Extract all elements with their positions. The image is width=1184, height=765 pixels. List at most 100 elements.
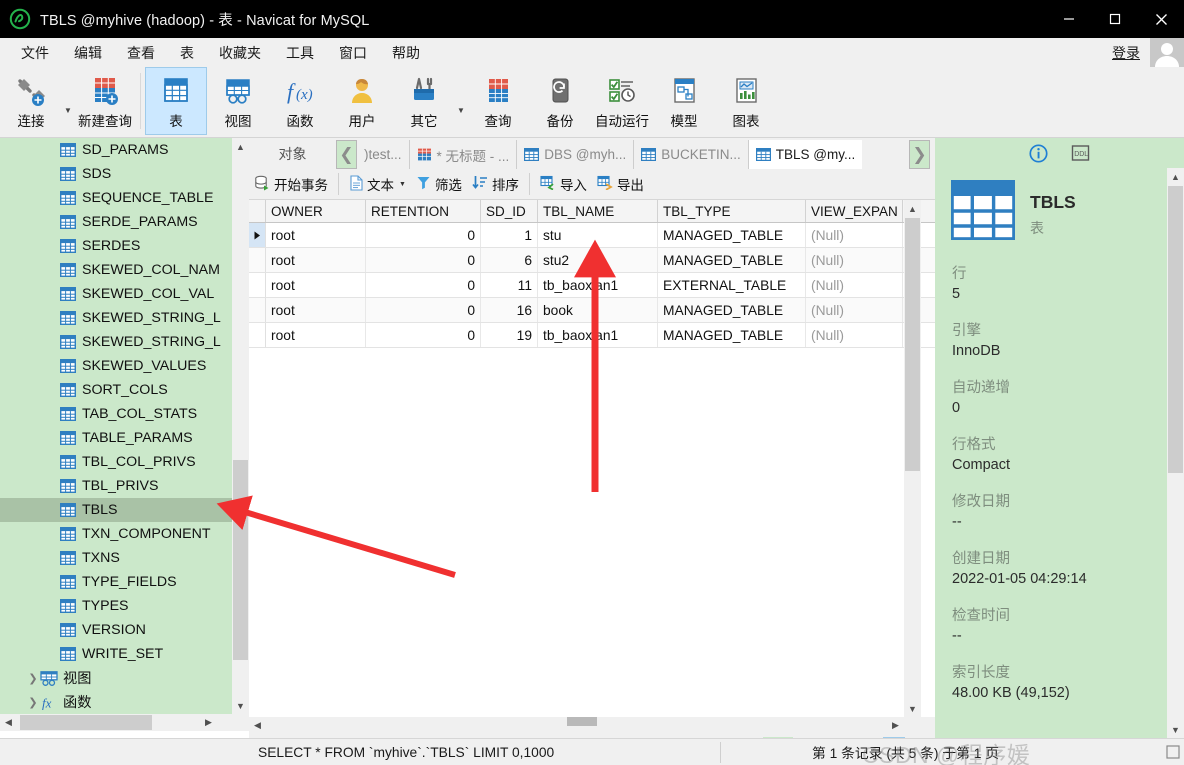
tab-scroll-right-button[interactable]: ❯ xyxy=(909,140,930,169)
document-tab-1[interactable]: * 无标题 - ... xyxy=(409,140,518,169)
document-tab-3[interactable]: BUCKETIN... xyxy=(634,140,749,169)
info-scroll-up-icon[interactable]: ▲ xyxy=(1167,168,1184,185)
sidebar-hscroll-thumb[interactable] xyxy=(20,715,152,730)
grid-cell-owner[interactable]: root xyxy=(266,298,366,322)
sidebar-item-skewed-col-nam[interactable]: SKEWED_COL_NAM xyxy=(0,258,232,282)
column-header-tbl_type[interactable]: TBL_TYPE xyxy=(658,200,806,222)
menu-window[interactable]: 窗口 xyxy=(328,40,378,66)
grid-cell-sd_id[interactable]: 19 xyxy=(481,323,538,347)
grid-cell-view_expan[interactable]: (Null) xyxy=(806,298,903,322)
grid-cell-owner[interactable]: root xyxy=(266,223,366,247)
grid-hscroll-thumb[interactable] xyxy=(567,717,597,726)
sidebar-item-txns[interactable]: TXNS xyxy=(0,546,232,570)
sidebar-item-serdes[interactable]: SERDES xyxy=(0,234,232,258)
grid-scroll-right-icon[interactable]: ▶ xyxy=(887,717,904,734)
menu-favorites[interactable]: 收藏夹 xyxy=(208,40,272,66)
sidebar-item-skewed-string-l[interactable]: SKEWED_STRING_L xyxy=(0,330,232,354)
grid-cell-sd_id[interactable]: 1 xyxy=(481,223,538,247)
toolbar-automation[interactable]: 自动运行 xyxy=(591,67,653,135)
grid-cell-tbl_name[interactable]: tb_baoxian1 xyxy=(538,323,658,347)
row-indicator[interactable] xyxy=(249,273,266,297)
sidebar-item-skewed-values[interactable]: SKEWED_VALUES xyxy=(0,354,232,378)
minimize-button[interactable] xyxy=(1046,0,1092,38)
toolbar-backup[interactable]: 备份 xyxy=(529,67,591,135)
grid-scroll-left-icon[interactable]: ◀ xyxy=(249,717,266,734)
avatar[interactable] xyxy=(1150,38,1184,67)
grid-cell-tbl_name[interactable]: book xyxy=(538,298,658,322)
grid-vertical-scrollbar[interactable]: ▲ ▼ xyxy=(904,200,921,717)
column-header-tbl_name[interactable]: TBL_NAME xyxy=(538,200,658,222)
sidebar-scroll-thumb[interactable] xyxy=(233,460,248,660)
scroll-down-icon[interactable]: ▼ xyxy=(232,697,249,714)
filter-button[interactable]: 筛选 xyxy=(411,172,467,196)
export-button[interactable]: 导出 xyxy=(592,172,649,196)
table-row[interactable]: root 0 1 stu MANAGED_TABLE (Null) xyxy=(249,223,935,248)
grid-cell-view_expan[interactable]: (Null) xyxy=(806,273,903,297)
grid-horizontal-scrollbar[interactable]: ◀ ▶ xyxy=(249,717,935,734)
scroll-left-icon[interactable]: ◀ xyxy=(0,714,17,731)
grid-scroll-down-icon[interactable]: ▼ xyxy=(904,700,921,717)
grid-cell-retention[interactable]: 0 xyxy=(366,298,481,322)
chevron-right-icon[interactable]: ❯ xyxy=(26,696,40,709)
table-row[interactable]: root 0 6 stu2 MANAGED_TABLE (Null) xyxy=(249,248,935,273)
toolbar-view[interactable]: 视图 xyxy=(207,67,269,135)
toolbar-others[interactable]: 其它 xyxy=(393,67,455,135)
grid-cell-sd_id[interactable]: 6 xyxy=(481,248,538,272)
grid-cell-retention[interactable]: 0 xyxy=(366,248,481,272)
grid-cell-owner[interactable]: root xyxy=(266,248,366,272)
toolbar-table[interactable]: 表 xyxy=(145,67,207,135)
object-tree-sidebar[interactable]: SD_PARAMS SDS SEQUENCE_TABLE SERDE_PARAMS SE… xyxy=(0,138,232,714)
grid-cell-view_expan[interactable]: (Null) xyxy=(806,323,903,347)
connection-dropdown-caret-icon[interactable]: ▼ xyxy=(62,67,74,135)
sidebar-item-table-params[interactable]: TABLE_PARAMS xyxy=(0,426,232,450)
document-tab-4[interactable]: TBLS @my... xyxy=(748,140,863,169)
info-vscroll-thumb[interactable] xyxy=(1168,186,1183,473)
column-header-sd_id[interactable]: SD_ID xyxy=(481,200,538,222)
row-indicator[interactable] xyxy=(249,223,266,247)
row-indicator[interactable] xyxy=(249,323,266,347)
chevron-right-icon[interactable]: ❯ xyxy=(26,672,40,685)
grid-cell-tbl_type[interactable]: MANAGED_TABLE xyxy=(658,223,806,247)
data-grid[interactable]: OWNER RETENTION SD_ID TBL_NAME TBL_TYPE VIEW_… xyxy=(249,200,935,717)
grid-cell-tbl_name[interactable]: stu2 xyxy=(538,248,658,272)
grid-cell-sd_id[interactable]: 16 xyxy=(481,298,538,322)
sidebar-item-types[interactable]: TYPES xyxy=(0,594,232,618)
sidebar-item-skewed-col-val[interactable]: SKEWED_COL_VAL xyxy=(0,282,232,306)
sidebar-item-sequence-table[interactable]: SEQUENCE_TABLE xyxy=(0,186,232,210)
grid-cell-tbl_type[interactable]: MANAGED_TABLE xyxy=(658,298,806,322)
table-row[interactable]: root 0 11 tb_baoxian1 EXTERNAL_TABLE (Null) xyxy=(249,273,935,298)
sidebar-item-skewed-string-l[interactable]: SKEWED_STRING_L xyxy=(0,306,232,330)
tab-scroll-left-button[interactable]: ❮ xyxy=(336,140,357,169)
import-button[interactable]: 导入 xyxy=(535,172,592,196)
sidebar-item--[interactable]: ❯ fx 函数 xyxy=(0,690,232,714)
scroll-up-icon[interactable]: ▲ xyxy=(232,138,249,155)
sidebar-item-sds[interactable]: SDS xyxy=(0,162,232,186)
grid-cell-owner[interactable]: root xyxy=(266,273,366,297)
document-tab-0[interactable]: )test... xyxy=(357,140,410,169)
login-link[interactable]: 登录 xyxy=(1112,43,1140,63)
sort-button[interactable]: 排序 xyxy=(467,172,524,196)
menu-tools[interactable]: 工具 xyxy=(275,40,325,66)
grid-cell-sd_id[interactable]: 11 xyxy=(481,273,538,297)
toolbar-function[interactable]: f (x) 函数 xyxy=(269,67,331,135)
grid-cell-tbl_name[interactable]: stu xyxy=(538,223,658,247)
grid-cell-retention[interactable]: 0 xyxy=(366,223,481,247)
text-caret-icon[interactable]: ▼ xyxy=(399,181,406,188)
menu-help[interactable]: 帮助 xyxy=(381,40,431,66)
column-header-view_expan[interactable]: VIEW_EXPAN xyxy=(806,200,903,222)
info-panel-scrollbar[interactable]: ▲ ▼ xyxy=(1167,168,1184,738)
close-button[interactable] xyxy=(1138,0,1184,38)
column-header-owner[interactable]: OWNER xyxy=(266,200,366,222)
toolbar-user[interactable]: 用户 xyxy=(331,67,393,135)
sidebar-item-sd-params[interactable]: SD_PARAMS xyxy=(0,138,232,162)
grid-cell-view_expan[interactable]: (Null) xyxy=(806,223,903,247)
sidebar-item-version[interactable]: VERSION xyxy=(0,618,232,642)
toolbar-chart[interactable]: 图表 xyxy=(715,67,777,135)
grid-cell-tbl_type[interactable]: MANAGED_TABLE xyxy=(658,323,806,347)
menu-view[interactable]: 查看 xyxy=(116,40,166,66)
sidebar-item-tbl-col-privs[interactable]: TBL_COL_PRIVS xyxy=(0,450,232,474)
menu-table[interactable]: 表 xyxy=(169,40,205,66)
toolbar-connection[interactable]: 连接 xyxy=(0,67,62,135)
sidebar-horizontal-scrollbar[interactable]: ◀ ▶ xyxy=(0,714,249,731)
row-indicator[interactable] xyxy=(249,298,266,322)
